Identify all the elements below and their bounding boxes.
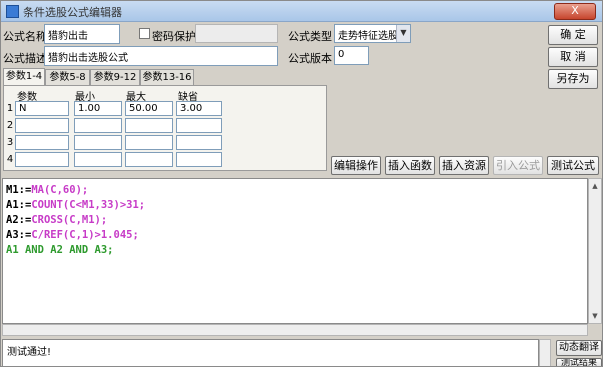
test-formula-button[interactable]: 测试公式	[547, 156, 599, 175]
param-row-number: 4	[6, 154, 14, 165]
cancel-button[interactable]: 取 消	[548, 47, 598, 67]
param-2-name-input[interactable]	[15, 118, 69, 133]
code-line: A1 AND A2 AND A3;	[6, 244, 114, 256]
formula-type-value: 走势特征选股	[338, 31, 398, 42]
password-input[interactable]	[195, 24, 278, 43]
code-expr: COUNT(C<M1,33)>31;	[31, 199, 146, 211]
code-line: A2:=CROSS(C,M1);	[6, 214, 584, 229]
param-1-default-input[interactable]: 3.00	[176, 101, 222, 116]
editor-vertical-scrollbar[interactable]: ▲ ▼	[588, 178, 602, 324]
param-2-default-input[interactable]	[176, 118, 222, 133]
test-status-box: 测试通过!	[2, 339, 539, 366]
password-checkbox[interactable]	[139, 28, 150, 39]
test-result-button[interactable]: 测试结果	[556, 358, 602, 366]
chevron-down-icon[interactable]: ▼	[396, 25, 410, 42]
formula-type-label: 公式类型	[288, 30, 332, 43]
param-1-max-input[interactable]: 50.00	[125, 101, 173, 116]
password-label: 密码保护	[152, 30, 196, 43]
insert-resource-button[interactable]: 插入资源	[439, 156, 489, 175]
close-button[interactable]: X	[554, 3, 596, 20]
code-var: A2	[6, 214, 19, 226]
code-line: A1:=COUNT(C<M1,33)>31;	[6, 199, 584, 214]
param-row-number: 3	[6, 137, 14, 148]
param-1-min-input[interactable]: 1.00	[74, 101, 122, 116]
code-line: M1:=MA(C,60);	[6, 184, 584, 199]
title-bar[interactable]: 条件选股公式编辑器 X	[1, 1, 602, 22]
formula-version-input[interactable]: 0	[334, 46, 369, 65]
formula-version-label: 公式版本	[288, 52, 332, 65]
param-3-default-input[interactable]	[176, 135, 222, 150]
status-scrollbar[interactable]	[539, 339, 551, 366]
formula-name-label: 公式名称	[3, 30, 47, 43]
status-message: 测试通过!	[7, 347, 52, 358]
param-4-default-input[interactable]	[176, 152, 222, 167]
param-3-name-input[interactable]	[15, 135, 69, 150]
import-formula-button[interactable]: 引入公式	[493, 156, 543, 175]
code-expr: C/REF(C,1)>1.045;	[31, 229, 139, 241]
param-3-min-input[interactable]	[74, 135, 122, 150]
edit-operation-button[interactable]: 编辑操作	[331, 156, 381, 175]
formula-name-input[interactable]: 猎豹出击	[44, 24, 120, 44]
param-4-min-input[interactable]	[74, 152, 122, 167]
code-var: M1	[6, 184, 19, 196]
code-var: A1	[6, 199, 19, 211]
save-as-button[interactable]: 另存为	[548, 69, 598, 89]
editor-horizontal-scrollbar[interactable]	[2, 324, 588, 336]
app-icon	[6, 5, 19, 18]
scroll-up-icon[interactable]: ▲	[590, 180, 600, 192]
code-assign: :=	[18, 229, 32, 241]
window-title: 条件选股公式编辑器	[23, 6, 122, 19]
code-line: A3:=C/REF(C,1)>1.045;	[6, 229, 584, 244]
param-3-max-input[interactable]	[125, 135, 173, 150]
code-expr: MA(C,60);	[31, 184, 89, 196]
param-grid-panel: 参数 最小 最大 缺省 1 N 1.00 50.00 3.00 2 3 4	[3, 85, 327, 171]
code-assign: :=	[18, 184, 32, 196]
param-2-min-input[interactable]	[74, 118, 122, 133]
code-assign: :=	[18, 214, 32, 226]
code-expr: CROSS(C,M1);	[31, 214, 108, 226]
dynamic-translate-button[interactable]: 动态翻译	[556, 340, 602, 356]
formula-editor-window: 条件选股公式编辑器 X 公式名称 猎豹出击 密码保护 公式类型 走势特征选股 ▼…	[0, 0, 603, 367]
formula-desc-input[interactable]: 猎豹出击选股公式	[44, 46, 278, 66]
formula-desc-label: 公式描述	[3, 52, 47, 65]
code-var: A3	[6, 229, 19, 241]
param-row-number: 1	[6, 103, 14, 114]
formula-type-select[interactable]: 走势特征选股 ▼	[334, 24, 411, 43]
param-2-max-input[interactable]	[125, 118, 173, 133]
param-4-max-input[interactable]	[125, 152, 173, 167]
param-4-name-input[interactable]	[15, 152, 69, 167]
scroll-down-icon[interactable]: ▼	[590, 310, 600, 322]
formula-code-editor[interactable]: M1:=MA(C,60); A1:=COUNT(C<M1,33)>31; A2:…	[2, 178, 588, 324]
code-assign: :=	[18, 199, 32, 211]
param-row-number: 2	[6, 120, 14, 131]
ok-button[interactable]: 确 定	[548, 25, 598, 45]
param-1-name-input[interactable]: N	[15, 101, 69, 116]
insert-function-button[interactable]: 插入函数	[385, 156, 435, 175]
